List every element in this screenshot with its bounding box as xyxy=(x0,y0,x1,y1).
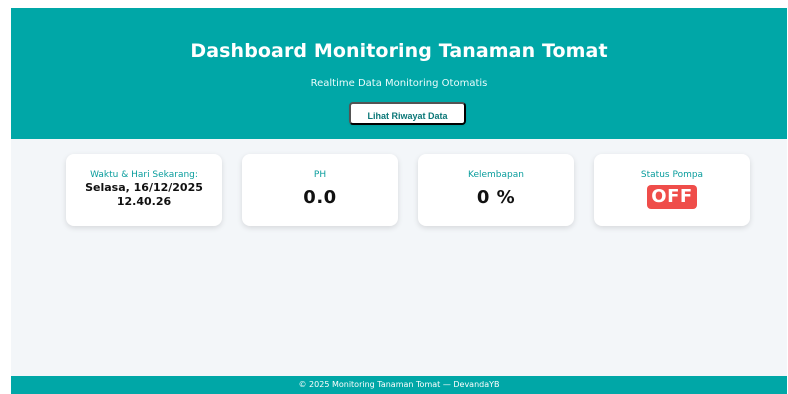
page-title: Dashboard Monitoring Tanaman Tomat xyxy=(190,40,608,62)
pump-status-badge: OFF xyxy=(647,185,697,209)
pump-status-card: Status Pompa OFF xyxy=(594,154,750,226)
dashboard-app: Dashboard Monitoring Tanaman Tomat Realt… xyxy=(11,8,787,394)
pump-status-label: Status Pompa xyxy=(640,170,704,180)
humidity-label: Kelembapan xyxy=(468,170,524,180)
page-footer: © 2025 Monitoring Tanaman Tomat — Devand… xyxy=(11,376,787,394)
humidity-card: Kelembapan 0 % xyxy=(418,154,574,226)
footer-text: © 2025 Monitoring Tanaman Tomat — Devand… xyxy=(298,380,500,389)
view-history-button[interactable]: Lihat Riwayat Data xyxy=(349,102,466,125)
humidity-value: 0 % xyxy=(476,187,516,208)
current-date: Selasa, 16/12/2025 xyxy=(85,181,203,194)
ph-card: PH 0.0 xyxy=(242,154,398,226)
page-subtitle: Realtime Data Monitoring Otomatis xyxy=(310,78,488,89)
datetime-label: Waktu & Hari Sekarang: xyxy=(90,170,198,180)
current-time: 12.40.26 xyxy=(116,195,172,208)
ph-label: PH xyxy=(313,170,327,180)
current-datetime: Selasa, 16/12/2025 12.40.26 xyxy=(66,181,222,209)
dashboard-header: Dashboard Monitoring Tanaman Tomat Realt… xyxy=(11,8,787,139)
datetime-card: Waktu & Hari Sekarang: Selasa, 16/12/202… xyxy=(66,154,222,226)
ph-value: 0.0 xyxy=(303,187,337,208)
